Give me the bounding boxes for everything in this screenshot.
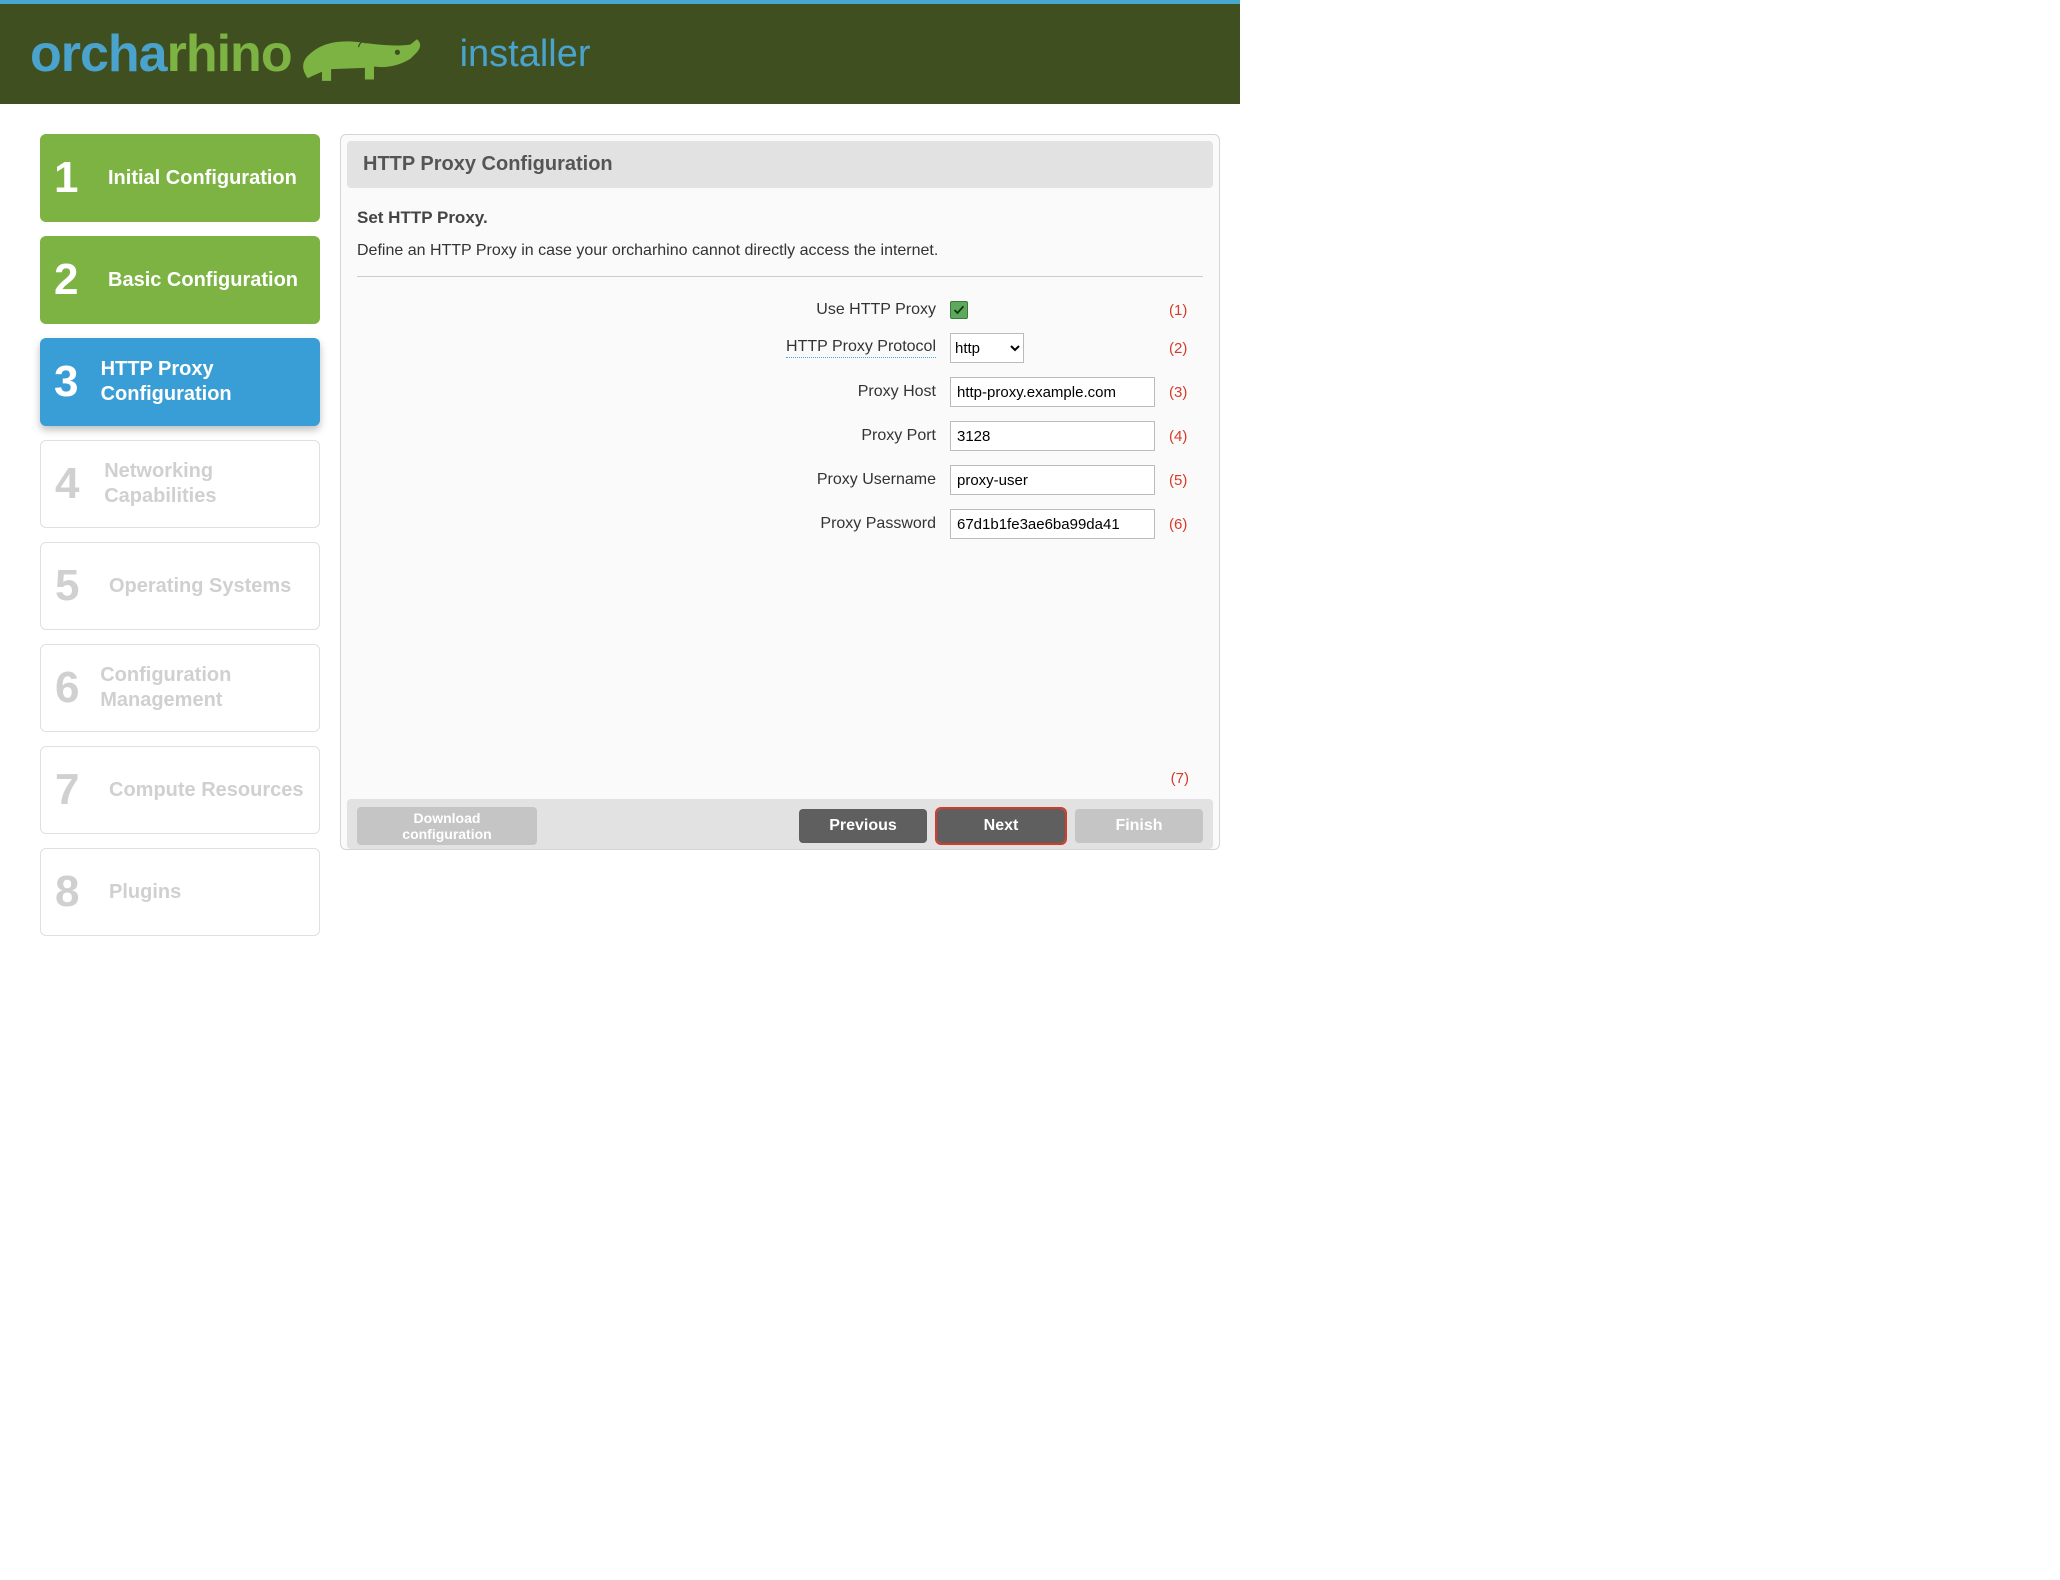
panel-description: Define an HTTP Proxy in case your orchar…	[357, 242, 1203, 260]
sidebar-item-configuration-management[interactable]: 6 Configuration Management	[40, 644, 320, 732]
header-tagline: installer	[460, 33, 591, 76]
divider	[357, 276, 1203, 277]
step-number: 2	[54, 258, 96, 302]
row-password: Proxy Password (6)	[357, 509, 1203, 539]
sidebar-item-http-proxy-configuration[interactable]: 3 HTTP Proxy Configuration	[40, 338, 320, 426]
next-button[interactable]: Next	[937, 809, 1065, 843]
footer-buttons: Download configuration Previous Next Fin…	[347, 799, 1213, 849]
sidebar-item-basic-configuration[interactable]: 2 Basic Configuration	[40, 236, 320, 324]
panel-body: Set HTTP Proxy. Define an HTTP Proxy in …	[347, 188, 1213, 799]
label-password: Proxy Password	[820, 515, 936, 533]
label-port: Proxy Port	[861, 427, 936, 445]
step-number: 5	[55, 564, 97, 608]
step-label: Basic Configuration	[108, 268, 298, 293]
annotation-6: (6)	[1169, 516, 1203, 533]
header: orcharhino installer	[0, 0, 1240, 104]
row-host: Proxy Host (3)	[357, 377, 1203, 407]
annotation-7: (7)	[357, 770, 1203, 793]
row-username: Proxy Username (5)	[357, 465, 1203, 495]
main-panel: HTTP Proxy Configuration Set HTTP Proxy.…	[340, 134, 1220, 850]
row-port: Proxy Port (4)	[357, 421, 1203, 451]
annotation-4: (4)	[1169, 428, 1203, 445]
sidebar: 1 Initial Configuration 2 Basic Configur…	[40, 134, 320, 936]
download-label-1: Download	[414, 810, 481, 826]
proxy-port-input[interactable]	[950, 421, 1155, 451]
step-label: Operating Systems	[109, 574, 291, 599]
step-number: 8	[55, 870, 97, 914]
protocol-select[interactable]: http	[950, 333, 1024, 363]
step-label: Compute Resources	[109, 778, 304, 803]
sidebar-item-compute-resources[interactable]: 7 Compute Resources	[40, 746, 320, 834]
step-number: 1	[54, 156, 96, 200]
proxy-password-input[interactable]	[950, 509, 1155, 539]
step-number: 4	[55, 462, 92, 506]
step-label: Initial Configuration	[108, 166, 297, 191]
annotation-1: (1)	[1169, 302, 1203, 319]
checkmark-icon	[953, 304, 965, 316]
step-label: Networking Capabilities	[104, 459, 305, 509]
download-configuration-button[interactable]: Download configuration	[357, 807, 537, 845]
step-number: 6	[55, 666, 88, 710]
installer-page: orcharhino installer 1 Initial Configura…	[0, 0, 1240, 946]
use-proxy-checkbox[interactable]	[950, 301, 968, 319]
panel-subtitle: Set HTTP Proxy.	[357, 208, 1203, 228]
label-host: Proxy Host	[858, 383, 936, 401]
proxy-host-input[interactable]	[950, 377, 1155, 407]
step-number: 3	[54, 360, 89, 404]
label-username: Proxy Username	[817, 471, 936, 489]
finish-button[interactable]: Finish	[1075, 809, 1203, 843]
row-use-proxy: Use HTTP Proxy (1)	[357, 301, 1203, 319]
annotation-2: (2)	[1169, 340, 1203, 357]
sidebar-item-networking-capabilities[interactable]: 4 Networking Capabilities	[40, 440, 320, 528]
download-label-2: configuration	[402, 826, 491, 842]
step-label: Plugins	[109, 880, 181, 905]
panel-title: HTTP Proxy Configuration	[347, 141, 1213, 188]
label-use-proxy: Use HTTP Proxy	[816, 301, 936, 319]
annotation-5: (5)	[1169, 472, 1203, 489]
proxy-form: Use HTTP Proxy (1) HTTP Proxy Protocol	[357, 301, 1203, 539]
label-protocol: HTTP Proxy Protocol	[786, 338, 936, 358]
sidebar-item-operating-systems[interactable]: 5 Operating Systems	[40, 542, 320, 630]
brand-logo: orcharhino	[30, 24, 426, 84]
sidebar-item-initial-configuration[interactable]: 1 Initial Configuration	[40, 134, 320, 222]
sidebar-item-plugins[interactable]: 8 Plugins	[40, 848, 320, 936]
row-protocol: HTTP Proxy Protocol http (2)	[357, 333, 1203, 363]
step-label: HTTP Proxy Configuration	[101, 357, 306, 407]
annotation-3: (3)	[1169, 384, 1203, 401]
previous-button[interactable]: Previous	[799, 809, 927, 843]
proxy-username-input[interactable]	[950, 465, 1155, 495]
step-number: 7	[55, 768, 97, 812]
brand-part1: orcha	[30, 24, 167, 84]
step-label: Configuration Management	[100, 663, 305, 713]
brand-part2: rhino	[167, 24, 292, 84]
body: 1 Initial Configuration 2 Basic Configur…	[0, 104, 1240, 946]
rhino-icon	[296, 32, 426, 92]
